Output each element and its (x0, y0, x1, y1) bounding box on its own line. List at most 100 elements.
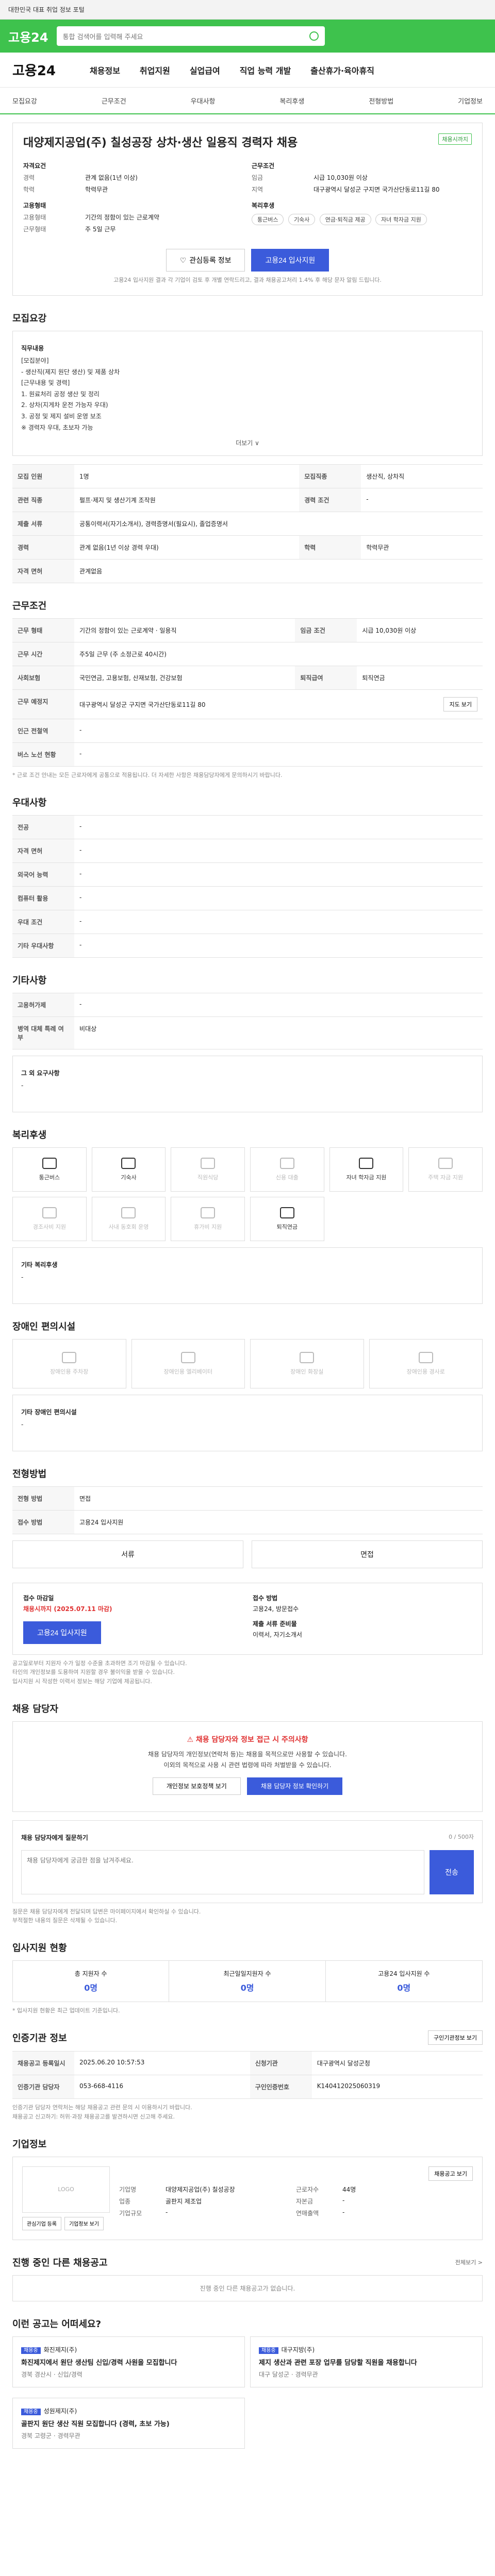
more-toggle[interactable]: 더보기 ∨ (21, 438, 474, 447)
company-capital-key: 자본금 (296, 2197, 314, 2205)
tab-company[interactable]: 기업정보 (458, 96, 483, 106)
desc-line: 3. 공정 및 제지 설비 운영 보조 (21, 412, 102, 420)
ask-send-button[interactable]: 전송 (430, 1850, 474, 1894)
nav-item[interactable]: 취업지원 (140, 64, 170, 76)
cell-value: 학력무관 (361, 535, 483, 560)
site-logo[interactable]: 고용24 (12, 60, 56, 79)
recommend-meta: 대구 달성군 · 경력무관 (259, 2370, 318, 2378)
tab-prefer[interactable]: 우대사항 (191, 96, 216, 106)
company-info-button[interactable]: 기업정보 보기 (64, 2216, 104, 2230)
nav-item[interactable]: 출산휴가·육아휴직 (310, 64, 374, 76)
apply-notes: 공고일로부터 지원자 수가 일정 수준을 초과하면 조기 마감될 수 있습니다.… (12, 1659, 483, 1686)
search-icon[interactable] (309, 31, 319, 41)
company-jobs-button[interactable]: 채용공고 보기 (428, 2166, 473, 2181)
manager-warn-text: 채용 담당자와 정보 접근 시 주의사항 (195, 1735, 308, 1744)
manager-text1: 채용 담당자의 개인정보(연락처 등)는 채용을 목적으로만 사용할 수 있습니… (148, 1750, 347, 1758)
others-empty: 진행 중인 다른 채용공고가 없습니다. (12, 2275, 483, 2301)
agency-info-button[interactable]: 구인기관정보 보기 (427, 2030, 483, 2045)
disability-item-label: 장애인용 엘리베이터 (163, 1368, 213, 1375)
stats-note: * 입사지원 현황은 최근 업데이트 기준입니다. (12, 2007, 120, 2014)
work-condition-label: 근무조건 (252, 162, 275, 170)
disability-heading: 장애인 편의시설 (12, 1321, 76, 1332)
nav-item[interactable]: 채용정보 (90, 64, 120, 76)
tab-work[interactable]: 근무조건 (102, 96, 126, 106)
nav-item[interactable]: 직업 능력 개발 (240, 64, 291, 76)
disability-item: 장애인용 주차장 (12, 1338, 126, 1388)
nav-item[interactable]: 실업급여 (190, 64, 220, 76)
method-label: 접수 방법 (253, 1594, 278, 1602)
selection-table: 전형 방법 면접 접수 방법 고용24 입사지원 (12, 1486, 483, 1534)
welfare-item-label: 자녀 학자금 지원 (346, 1174, 387, 1181)
restroom-icon (300, 1351, 315, 1363)
cell-key: 인근 전철역 (12, 719, 74, 743)
section-tabs: 모집요강 근무조건 우대사항 복리후생 전형방법 기업정보 (0, 88, 495, 114)
favorite-company-button[interactable]: 관심기업 등록 (22, 2216, 61, 2230)
interest-button[interactable]: ♡ 관심등록 정보 (166, 249, 245, 272)
apply-button[interactable]: 고용24 입사지원 (251, 249, 329, 272)
cell-value: - (74, 886, 483, 910)
cafeteria-icon (201, 1157, 216, 1169)
doc-label: 제출 서류 준비물 (253, 1620, 297, 1628)
ask-count: 0 / 500자 (449, 1834, 474, 1841)
desc-line: [모집분야] (21, 357, 49, 364)
parking-icon (62, 1351, 77, 1363)
cell-key: 채용공고 등록일시 (12, 2051, 74, 2076)
selection-steps: 서류 면접 (12, 1540, 483, 1568)
cell-value: 관계 없음(1년 이상 경력 우대) (74, 535, 300, 560)
job-desc-text: [모집분야] - 생산직(제지 원단 생산) 및 제품 상차 [근무내용 및 경… (21, 355, 474, 433)
company-name-key: 기업명 (119, 2185, 137, 2193)
stat-value: 0명 (397, 1982, 411, 1993)
etc-disability-value: - (21, 1420, 24, 1428)
map-button[interactable]: 지도 보기 (443, 697, 477, 712)
cell-key: 버스 노선 현황 (12, 742, 74, 767)
manager-info-button[interactable]: 채용 담당자 정보 확인하기 (246, 1777, 343, 1795)
recommend-meta: 경북 경산시 · 신입/경력 (21, 2370, 82, 2378)
company-emp-key: 근로자수 (296, 2185, 319, 2193)
ask-textarea[interactable] (21, 1850, 424, 1894)
cell-key: 인증기관 담당자 (12, 2075, 74, 2099)
ask-bullet: 부적절한 내용의 질문은 삭제될 수 있습니다. (12, 1917, 118, 1924)
disability-grid: 장애인용 주차장 장애인용 엘리베이터 장애인 화장실 장애인용 경사로 (12, 1338, 483, 1388)
recommend-card[interactable]: 채용중 대구지방(주) 제지 생산과 관련 포장 업무를 담당할 직원을 채용합니… (250, 2336, 483, 2387)
etc-welfare-box: 기타 복리후생 - (12, 1247, 483, 1304)
cell-value: 053-668-4116 (74, 2075, 250, 2099)
cell-key: 외국어 능력 (12, 862, 74, 887)
tab-recruit[interactable]: 모집요강 (12, 96, 37, 106)
others-more-link[interactable]: 전체보기 > (455, 2258, 483, 2266)
welfare-label: 복리후생 (252, 202, 275, 209)
recommend-tag: 채용중 (21, 2408, 41, 2415)
recommend-card[interactable]: 채용중 성원제지(주) 골판지 원단 생산 직원 모집합니다 (경력, 초보 가능… (12, 2397, 245, 2449)
stats-box: 총 지원자 수 0명 최근일일지원자 수 0명 고용24 입사지원 수 0명 (12, 1960, 483, 2002)
recommend-card[interactable]: 채용중 화진제지(주) 화진제지에서 원단 생산팀 신입/경력 사원을 모집합니다… (12, 2336, 245, 2387)
ask-bullets: 질문은 채용 담당자에게 전달되며 답변은 마이페이지에서 확인하실 수 있습니… (12, 1907, 483, 1925)
desc-line: [근무내용 및 경력] (21, 379, 70, 387)
company-heading: 기업정보 (12, 2139, 47, 2150)
etc-disability-label: 기타 장애인 편의시설 (21, 1408, 77, 1416)
tab-selection[interactable]: 전형방법 (369, 96, 393, 106)
apply-note-line: 입사지원 시 작성한 이력서 정보는 해당 기업에 제공됩니다. (12, 1677, 152, 1685)
recommend-tag: 채용중 (21, 2347, 41, 2354)
welfare-chip: 자녀 학자금 지원 (375, 214, 427, 225)
others-heading: 진행 중인 다른 채용공고 (12, 2257, 108, 2268)
global-search-input[interactable]: 통합 검색어를 입력해 주세요 (56, 26, 325, 46)
apply-button-secondary[interactable]: 고용24 입사지원 (23, 1621, 101, 1644)
table-row: 우대 조건 - (12, 909, 483, 934)
table-row: 접수 방법 고용24 입사지원 (12, 1510, 483, 1534)
company-emp-value: 44명 (342, 2185, 356, 2193)
type-key: 고용형태 (23, 214, 46, 221)
edu-value: 학력무관 (85, 186, 108, 193)
tab-welfare[interactable]: 복리후생 (279, 96, 304, 106)
cell-value: - (74, 933, 483, 958)
cell-key: 자격 면허 (12, 559, 74, 584)
brand-logo[interactable]: 고용24 (8, 27, 48, 45)
apply-notice: 고용24 입사지원 결과 각 기업이 검토 후 개별 연락드리고, 결과 채용공… (113, 277, 382, 283)
cell-key: 근무 예정지 (12, 689, 74, 720)
warning-icon: ⚠ (187, 1735, 196, 1744)
privacy-policy-button[interactable]: 개인정보 보호정책 보기 (152, 1777, 241, 1795)
education-icon (359, 1157, 374, 1169)
recommend-company: 대구지방(주) (281, 2346, 315, 2353)
welfare-item: 퇴직연금 (250, 1196, 324, 1241)
top-notice-text: 대한민국 대표 취업 정보 포털 (8, 6, 85, 13)
welfare-item: 기숙사 (91, 1147, 166, 1192)
welfare-item-label: 주택 자금 지원 (428, 1174, 464, 1181)
